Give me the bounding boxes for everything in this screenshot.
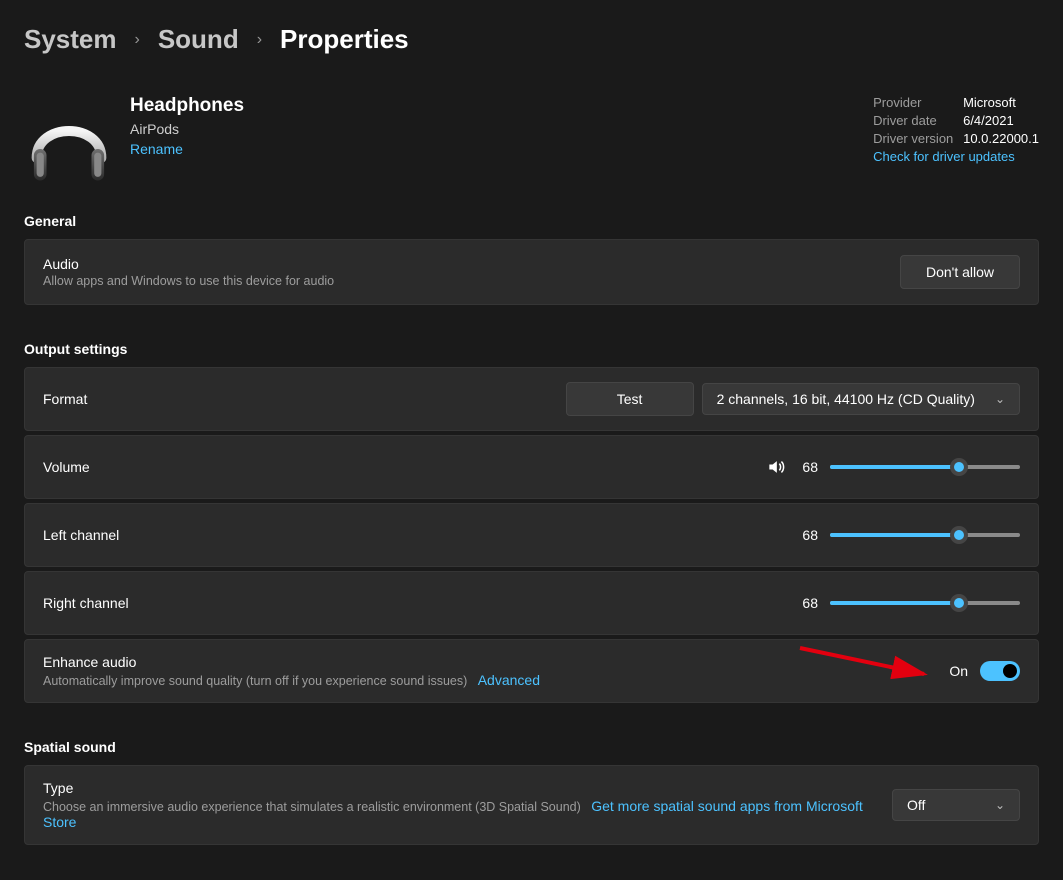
spatial-type-dropdown[interactable]: Off ⌄ (892, 789, 1020, 821)
audio-card: Audio Allow apps and Windows to use this… (24, 239, 1039, 305)
chevron-down-icon: ⌄ (995, 798, 1005, 812)
test-button[interactable]: Test (566, 382, 694, 416)
provider-value: Microsoft (963, 95, 1016, 110)
chevron-right-icon: › (257, 31, 262, 49)
format-dropdown-value: 2 channels, 16 bit, 44100 Hz (CD Quality… (717, 391, 975, 407)
enhance-toggle-state: On (949, 663, 968, 679)
volume-card: Volume 68 (24, 435, 1039, 499)
dont-allow-button[interactable]: Don't allow (900, 255, 1020, 289)
right-channel-slider[interactable] (830, 601, 1020, 605)
spatial-sound-heading: Spatial sound (24, 739, 1039, 755)
driver-version-value: 10.0.22000.1 (963, 131, 1039, 146)
left-channel-slider[interactable] (830, 533, 1020, 537)
breadcrumb: System › Sound › Properties (24, 24, 1039, 55)
enhance-audio-card: Enhance audio Automatically improve soun… (24, 639, 1039, 703)
right-channel-card: Right channel 68 (24, 571, 1039, 635)
check-driver-updates-link[interactable]: Check for driver updates (873, 149, 1015, 164)
advanced-link[interactable]: Advanced (478, 672, 540, 688)
format-card: Format Test 2 channels, 16 bit, 44100 Hz… (24, 367, 1039, 431)
enhance-audio-desc: Automatically improve sound quality (tur… (43, 674, 467, 688)
left-channel-card: Left channel 68 (24, 503, 1039, 567)
format-label: Format (43, 391, 566, 407)
volume-label: Volume (43, 459, 766, 475)
driver-version-label: Driver version (873, 131, 963, 146)
volume-slider[interactable] (830, 465, 1020, 469)
spatial-type-value: Off (907, 797, 925, 813)
breadcrumb-system[interactable]: System (24, 24, 117, 55)
speaker-icon[interactable] (766, 457, 786, 477)
spatial-type-desc: Choose an immersive audio experience tha… (43, 800, 581, 814)
device-header: Headphones AirPods Rename ProviderMicros… (24, 95, 1039, 185)
right-channel-value: 68 (798, 595, 818, 611)
right-channel-label: Right channel (43, 595, 798, 611)
chevron-down-icon: ⌄ (995, 392, 1005, 406)
output-settings-heading: Output settings (24, 341, 1039, 357)
breadcrumb-properties: Properties (280, 24, 409, 55)
breadcrumb-sound[interactable]: Sound (158, 24, 239, 55)
driver-date-value: 6/4/2021 (963, 113, 1014, 128)
left-channel-label: Left channel (43, 527, 798, 543)
driver-info: ProviderMicrosoft Driver date6/4/2021 Dr… (873, 95, 1039, 167)
rename-link[interactable]: Rename (130, 141, 183, 157)
provider-label: Provider (873, 95, 963, 110)
left-channel-value: 68 (798, 527, 818, 543)
audio-title: Audio (43, 256, 900, 272)
format-dropdown[interactable]: 2 channels, 16 bit, 44100 Hz (CD Quality… (702, 383, 1020, 415)
spatial-type-title: Type (43, 780, 892, 796)
audio-desc: Allow apps and Windows to use this devic… (43, 274, 900, 288)
chevron-right-icon: › (135, 31, 140, 49)
headphones-icon (24, 95, 114, 185)
enhance-audio-toggle[interactable] (980, 661, 1020, 681)
driver-date-label: Driver date (873, 113, 963, 128)
device-model: AirPods (130, 121, 244, 137)
spatial-type-card: Type Choose an immersive audio experienc… (24, 765, 1039, 845)
general-heading: General (24, 213, 1039, 229)
device-name: Headphones (130, 95, 244, 117)
enhance-audio-title: Enhance audio (43, 654, 949, 670)
volume-value: 68 (798, 459, 818, 475)
